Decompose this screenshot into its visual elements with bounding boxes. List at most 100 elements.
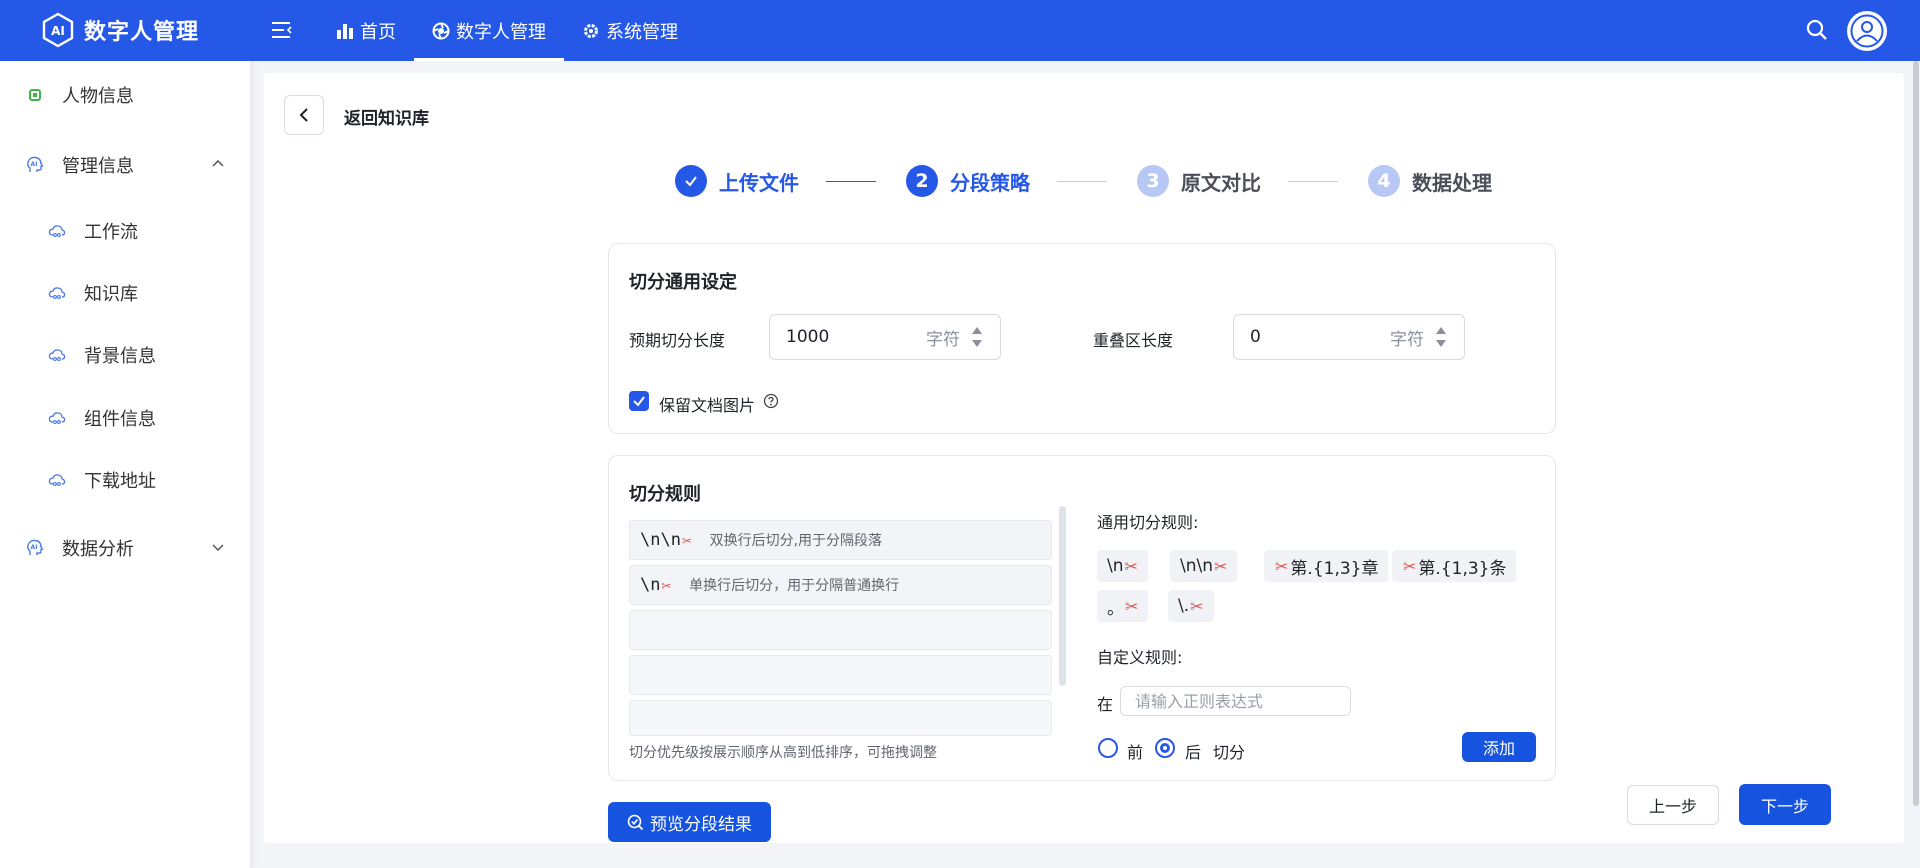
cloud-link-icon — [48, 412, 66, 424]
search-check-icon — [627, 814, 644, 830]
sidebar-item-label: 知识库 — [84, 284, 138, 305]
split-label: 切分 — [1213, 743, 1246, 762]
sidebar-item-label: 组件信息 — [84, 409, 156, 430]
rule-pattern: \n ✂ — [640, 575, 671, 595]
chunk-length-label: 预期切分长度 — [629, 331, 726, 350]
common-rule-tag[interactable]: \n ✂ — [1097, 550, 1148, 582]
svg-text:AI: AI — [31, 544, 38, 551]
common-rule-tag[interactable]: 。 ✂ — [1097, 590, 1149, 622]
step-label: 分段策略 — [950, 170, 1030, 195]
rule-description: 双换行后切分,用于分隔段落 — [709, 533, 883, 549]
split-after-radio[interactable] — [1155, 738, 1175, 758]
scissors-icon: ✂ — [1190, 596, 1204, 616]
sidebar-item-data-analysis[interactable]: AI 数据分析 — [0, 526, 251, 570]
common-rule-tag[interactable]: ✂ 第.{1,3}条 — [1392, 550, 1517, 582]
cloud-link-icon — [48, 225, 66, 237]
tag-text: \n — [1107, 556, 1124, 576]
ai-head-icon: AI — [27, 539, 44, 555]
page-scrollbar[interactable] — [1913, 61, 1919, 806]
stepper-icon[interactable] — [1434, 324, 1448, 350]
sidebar-item-label: 数据分析 — [62, 539, 134, 560]
rule-item[interactable]: \n\n ✂ 双换行后切分,用于分隔段落 — [629, 520, 1052, 560]
nav-digital-human[interactable]: 数字人管理 — [414, 0, 564, 61]
general-settings-title: 切分通用设定 — [629, 272, 737, 293]
aperture-icon — [432, 22, 450, 39]
sidebar-item-person-info[interactable]: 人物信息 — [0, 73, 251, 117]
overlap-length-label: 重叠区长度 — [1093, 331, 1174, 350]
add-rule-button[interactable]: 添加 — [1462, 732, 1536, 762]
sidebar-collapse-button[interactable] — [268, 16, 296, 44]
step-number: 3 — [1137, 165, 1169, 197]
menu-collapse-icon — [272, 22, 292, 38]
prev-step-button[interactable]: 上一步 — [1627, 785, 1719, 825]
tag-text: \n\n — [1180, 556, 1214, 576]
common-rule-tag[interactable]: \. ✂ — [1168, 590, 1214, 622]
back-button[interactable] — [284, 95, 324, 135]
nav-system[interactable]: 系统管理 — [564, 0, 696, 61]
keep-images-checkbox[interactable] — [629, 391, 649, 411]
step-connector — [1288, 181, 1338, 182]
sidebar-item-download[interactable]: 下载地址 — [0, 458, 251, 502]
search-button[interactable] — [1804, 17, 1830, 43]
chevron-up-icon — [212, 159, 224, 167]
nav-home[interactable]: 首页 — [318, 0, 414, 61]
preview-chunks-button[interactable]: 预览分段结果 — [608, 802, 771, 842]
step-connector — [1057, 181, 1107, 182]
user-avatar[interactable] — [1847, 11, 1887, 51]
tag-text: 第.{1,3}章 — [1290, 558, 1379, 579]
step-data-processing: 4 数据处理 — [1368, 165, 1492, 197]
help-icon[interactable] — [763, 393, 779, 409]
sidebar-item-workflow[interactable]: 工作流 — [0, 209, 251, 253]
overlap-length-input[interactable]: 0 字符 — [1233, 314, 1465, 360]
tag-text: 第.{1,3}条 — [1418, 558, 1507, 579]
sidebar-item-background[interactable]: 背景信息 — [0, 333, 251, 377]
rules-scrollbar[interactable] — [1059, 506, 1066, 686]
sidebar-item-knowledge-base[interactable]: 知识库 — [0, 271, 251, 315]
chevron-left-icon — [299, 108, 308, 122]
tag-text: \. — [1178, 596, 1190, 616]
sidebar-item-components[interactable]: 组件信息 — [0, 396, 251, 440]
step-done-circle — [675, 165, 707, 197]
common-rule-tag[interactable]: ✂ 第.{1,3}章 — [1264, 550, 1389, 582]
svg-text:AI: AI — [51, 24, 65, 38]
rule-description: 单换行后切分，用于分隔普通换行 — [689, 578, 900, 594]
unit-label: 字符 — [1390, 329, 1424, 350]
user-icon — [1850, 14, 1884, 48]
check-icon — [685, 176, 697, 187]
split-rules-title: 切分规则 — [629, 484, 701, 505]
sidebar-item-management[interactable]: AI 管理信息 — [0, 143, 251, 187]
cloud-link-icon — [48, 474, 66, 486]
chunk-length-input[interactable]: 1000 字符 — [769, 314, 1001, 360]
step-compare: 3 原文对比 — [1137, 165, 1261, 197]
brand[interactable]: AI 数字人管理 — [40, 12, 199, 48]
regex-input[interactable] — [1120, 686, 1351, 716]
stepper-icon[interactable] — [970, 324, 984, 350]
preview-chunks-label: 预览分段结果 — [650, 814, 752, 835]
sidebar-item-label: 下载地址 — [84, 471, 156, 492]
tag-text: 。 — [1107, 598, 1124, 619]
scissors-icon: ✂ — [661, 575, 672, 595]
rule-item[interactable]: \n ✂ 单换行后切分，用于分隔普通换行 — [629, 565, 1052, 605]
nav-system-label: 系统管理 — [606, 21, 678, 43]
keep-images-label: 保留文档图片 — [659, 396, 756, 415]
step-label: 原文对比 — [1181, 170, 1261, 195]
unit-label: 字符 — [926, 329, 960, 350]
step-connector — [826, 181, 876, 182]
rule-pattern-text: \n\n — [640, 530, 681, 550]
scissors-icon: ✂ — [1275, 556, 1289, 576]
nav-home-label: 首页 — [360, 21, 396, 43]
split-before-radio[interactable] — [1098, 738, 1118, 758]
rule-slot-empty — [629, 700, 1052, 736]
sidebar: 人物信息 AI 管理信息 工作流 知识库 背景信息 组件信息 下载地址 AI 数… — [0, 61, 251, 868]
back-label[interactable]: 返回知识库 — [344, 104, 429, 129]
scissors-icon: ✂ — [1124, 556, 1138, 576]
top-bar: AI 数字人管理 首页 数字人管理 系统管理 — [0, 0, 1920, 61]
rules-priority-hint: 切分优先级按展示顺序从高到低排序，可拖拽调整 — [629, 745, 937, 761]
common-rule-tag[interactable]: \n\n ✂ — [1170, 550, 1238, 582]
check-icon — [633, 396, 645, 407]
rule-pattern-text: \n — [640, 575, 661, 595]
chunk-length-value: 1000 — [786, 327, 830, 347]
next-step-button[interactable]: 下一步 — [1739, 784, 1831, 825]
bar-chart-icon — [337, 23, 353, 39]
custom-rules-label: 自定义规则: — [1097, 648, 1183, 667]
